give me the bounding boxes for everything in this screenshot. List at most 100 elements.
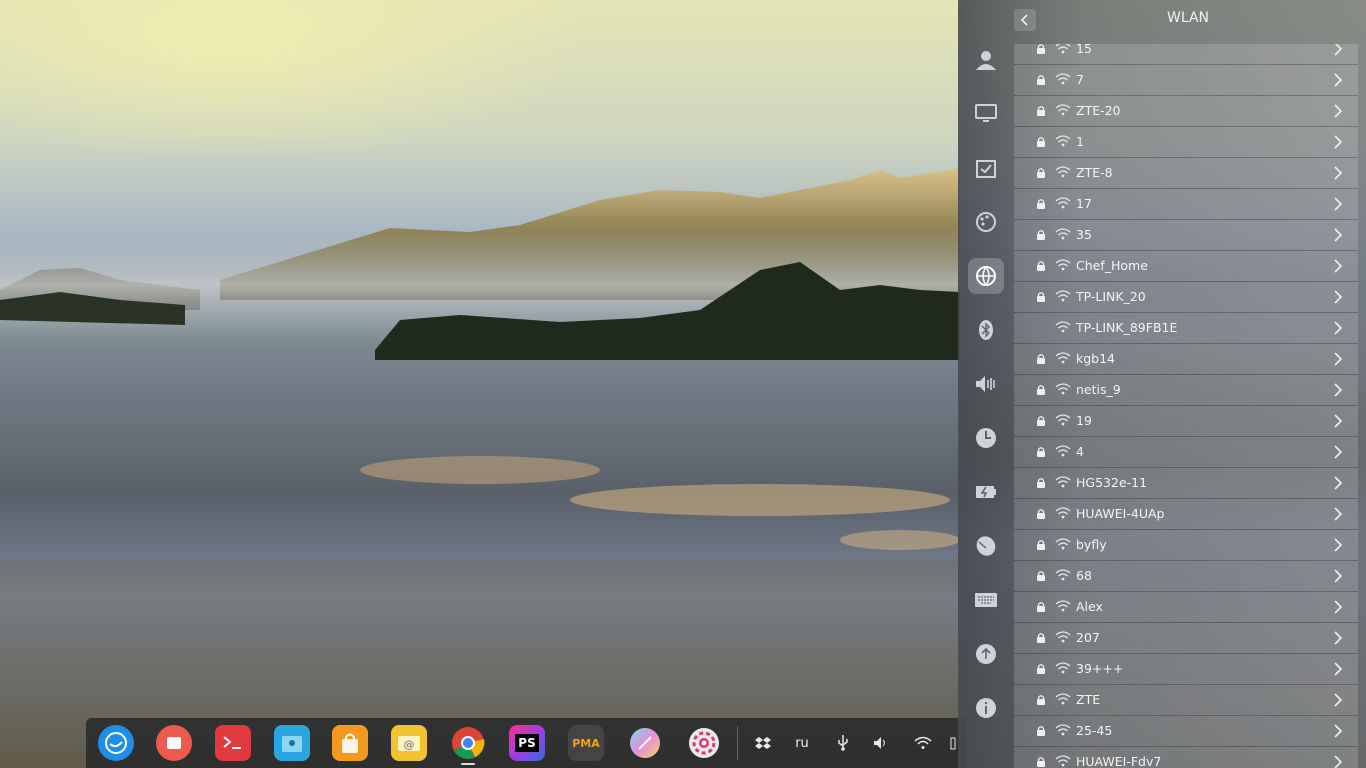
wifi-ssid-label: ZTE — [1076, 692, 1101, 707]
nav-bluetooth[interactable] — [968, 312, 1004, 348]
nav-update[interactable] — [968, 636, 1004, 672]
wifi-network-row[interactable]: netis_9 — [1014, 375, 1358, 406]
wifi-network-row[interactable]: TP-LINK_20 — [1014, 282, 1358, 313]
wifi-ssid-label: HG532e-11 — [1076, 475, 1148, 490]
chevron-right-icon[interactable] — [1333, 165, 1343, 181]
chevron-right-icon[interactable] — [1333, 289, 1343, 305]
wifi-network-row[interactable]: ZTE — [1014, 685, 1358, 716]
wifi-network-row[interactable]: 68 — [1014, 561, 1358, 592]
chevron-right-icon[interactable] — [1333, 258, 1343, 274]
wifi-network-row[interactable]: 35 — [1014, 220, 1358, 251]
wifi-network-row[interactable]: TP-LINK_89FB1E — [1014, 313, 1358, 344]
shopping-bag-icon — [342, 733, 358, 753]
wifi-network-row[interactable]: 39+++ — [1014, 654, 1358, 685]
nav-time-date[interactable] — [968, 420, 1004, 456]
dropbox-tray-button[interactable] — [752, 733, 774, 753]
keyboard-layout-indicator[interactable]: ru — [791, 733, 813, 753]
wifi-network-row[interactable]: 17 — [1014, 189, 1358, 220]
back-button[interactable] — [1014, 9, 1036, 31]
chevron-right-icon[interactable] — [1333, 630, 1343, 646]
wifi-network-row[interactable]: 4 — [1014, 437, 1358, 468]
dropbox-icon — [755, 737, 771, 749]
color-picker-button[interactable] — [627, 725, 663, 761]
wifi-network-row[interactable]: 1 — [1014, 127, 1358, 158]
nav-accounts[interactable] — [968, 42, 1004, 78]
chevron-right-icon[interactable] — [1333, 692, 1343, 708]
chevron-right-icon[interactable] — [1333, 103, 1343, 119]
wifi-network-row[interactable]: kgb14 — [1014, 344, 1358, 375]
chevron-right-icon[interactable] — [1333, 72, 1343, 88]
chevron-right-icon[interactable] — [1333, 413, 1343, 429]
chevron-right-icon[interactable] — [1333, 227, 1343, 243]
chevron-right-icon[interactable] — [1333, 568, 1343, 584]
nav-sound[interactable] — [968, 366, 1004, 402]
chrome-button[interactable] — [450, 725, 486, 761]
wifi-tray-button[interactable] — [912, 733, 934, 753]
multitask-view-icon — [167, 737, 181, 749]
chevron-right-icon[interactable] — [1333, 134, 1343, 150]
chevron-right-icon[interactable] — [1333, 44, 1343, 57]
lock-icon — [1037, 75, 1045, 85]
wifi-network-row[interactable]: ZTE-8 — [1014, 158, 1358, 189]
control-center-button[interactable] — [686, 725, 722, 761]
wifi-signal-icon — [1055, 755, 1071, 767]
chevron-right-icon[interactable] — [1333, 196, 1343, 212]
nav-power[interactable] — [968, 474, 1004, 510]
wifi-ssid-label: HUAWEI-Fdv7 — [1076, 754, 1162, 768]
chevron-right-icon[interactable] — [1333, 506, 1343, 522]
file-manager-button[interactable] — [274, 725, 310, 761]
wifi-ssid-label: HUAWEI-4UAp — [1076, 506, 1165, 521]
usb-tray-button[interactable] — [832, 733, 854, 753]
wifi-network-row[interactable]: 7 — [1014, 65, 1358, 96]
chevron-right-icon[interactable] — [1333, 599, 1343, 615]
wifi-network-row[interactable]: Chef_Home — [1014, 251, 1358, 282]
launcher-button[interactable] — [98, 725, 134, 761]
lock-icon — [1037, 354, 1045, 364]
terminal-button[interactable] — [215, 725, 251, 761]
wifi-ssid-label: 68 — [1076, 568, 1092, 583]
wifi-network-row[interactable]: 25-45 — [1014, 716, 1358, 747]
chevron-right-icon[interactable] — [1333, 661, 1343, 677]
chevron-right-icon[interactable] — [1333, 320, 1343, 336]
speaker-icon — [976, 376, 995, 392]
wifi-network-row[interactable]: HUAWEI-Fdv7 — [1014, 747, 1358, 768]
wifi-network-row[interactable]: 19 — [1014, 406, 1358, 437]
lock-icon — [1037, 540, 1045, 550]
wifi-network-row[interactable]: 207 — [1014, 623, 1358, 654]
mail-button[interactable]: @ — [391, 725, 427, 761]
phpstorm-icon: PS — [515, 734, 539, 752]
nav-personalization[interactable] — [968, 204, 1004, 240]
chevron-right-icon[interactable] — [1333, 537, 1343, 553]
nav-keyboard[interactable] — [968, 582, 1004, 618]
wifi-network-row[interactable]: Alex — [1014, 592, 1358, 623]
clock-icon — [976, 428, 996, 448]
wifi-signal-icon — [1055, 445, 1071, 457]
power-tray-button[interactable] — [948, 733, 958, 753]
wifi-ssid-label: TP-LINK_89FB1E — [1076, 320, 1178, 335]
wifi-network-row[interactable]: ZTE-20 — [1014, 96, 1358, 127]
wifi-signal-icon — [1055, 538, 1071, 550]
volume-tray-button[interactable] — [870, 733, 892, 753]
chevron-right-icon[interactable] — [1333, 754, 1343, 768]
nav-network[interactable] — [968, 258, 1004, 294]
wifi-signal-icon — [1055, 197, 1071, 209]
chevron-right-icon[interactable] — [1333, 475, 1343, 491]
nav-default-applications[interactable] — [968, 150, 1004, 186]
chevron-right-icon[interactable] — [1333, 351, 1343, 367]
nav-mouse[interactable] — [968, 528, 1004, 564]
phpmyadmin-button[interactable]: PMA — [568, 725, 604, 761]
wifi-signal-icon — [1055, 259, 1071, 271]
wifi-network-row[interactable]: byfly — [1014, 530, 1358, 561]
chevron-right-icon[interactable] — [1333, 444, 1343, 460]
nav-display[interactable] — [968, 96, 1004, 132]
chevron-right-icon[interactable] — [1333, 382, 1343, 398]
chevron-right-icon[interactable] — [1333, 723, 1343, 739]
wifi-network-row[interactable]: 15 — [1014, 44, 1358, 65]
multitasking-button[interactable] — [156, 725, 192, 761]
app-store-button[interactable] — [332, 725, 368, 761]
nav-system-info[interactable] — [968, 690, 1004, 726]
wifi-network-row[interactable]: HG532e-11 — [1014, 468, 1358, 499]
wifi-network-row[interactable]: HUAWEI-4UAp — [1014, 499, 1358, 530]
phpstorm-button[interactable]: PS — [509, 725, 545, 761]
lock-icon — [1037, 44, 1045, 54]
